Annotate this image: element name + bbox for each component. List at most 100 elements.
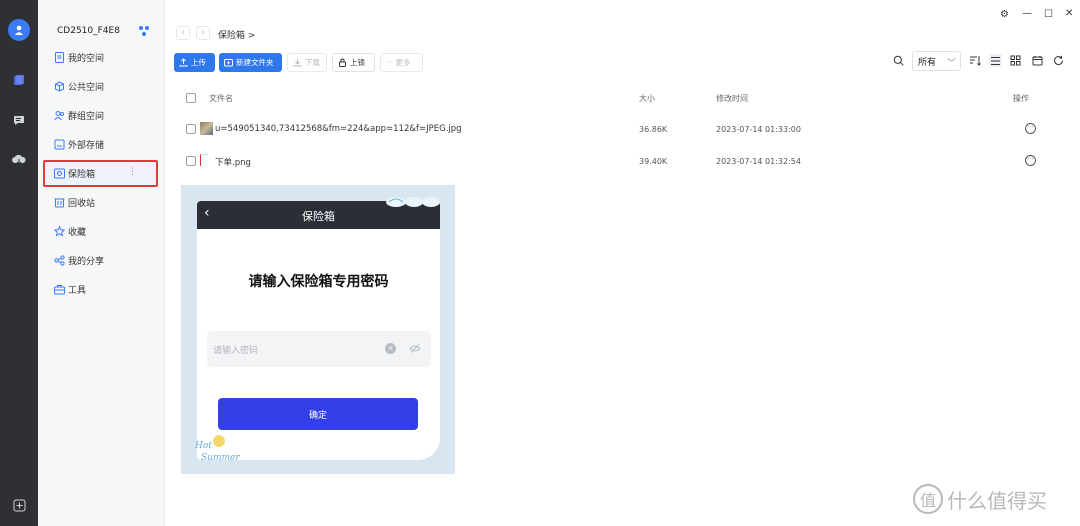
image-thumbnail-icon	[200, 122, 213, 135]
document-icon	[54, 52, 65, 63]
sidebar-item-label: 公共空间	[68, 83, 105, 93]
row-checkbox[interactable]	[186, 156, 196, 166]
sidebar-item-safe[interactable]: 保险箱 ⋮	[43, 160, 158, 187]
sidebar: CD2510_F4E8 我的空间 公共空间 群组空间 外部存储 保险箱 ⋮ 回收…	[38, 0, 165, 526]
sidebar-item-label: 工具	[68, 286, 87, 296]
sidebar-item-recycle-bin[interactable]: 回收站	[43, 190, 158, 215]
sidebar-item-group-space[interactable]: 群组空间	[43, 103, 158, 128]
more-options-icon[interactable]: ···	[1025, 155, 1036, 166]
file-size: 36.86K	[639, 125, 668, 134]
sidebar-item-my-shares[interactable]: 我的分享	[43, 248, 158, 273]
main-panel: ‹ › 保险箱 > ⚙ — ☐ ✕ 上传 新建文件夹 下载 上锁 ··· 更多 …	[165, 0, 1080, 526]
preview-heading: 请输入保险箱专用密码	[248, 274, 389, 290]
sidebar-item-external-storage[interactable]: 外部存储	[43, 132, 158, 157]
share-icon	[54, 255, 65, 266]
breadcrumb: 保险箱 >	[218, 31, 256, 41]
sort-icon[interactable]	[968, 54, 981, 67]
cloud-sticker-icon	[384, 193, 442, 209]
settings-gear-icon[interactable]: ⚙	[1000, 9, 1009, 20]
preview-password-field: 请输入密码 ×	[207, 331, 431, 367]
sidebar-item-label: 收藏	[68, 228, 87, 238]
sidebar-item-label: 外部存储	[68, 141, 105, 151]
sidebar-item-tools[interactable]: 工具	[43, 277, 158, 302]
more-vertical-icon[interactable]: ⋮	[128, 168, 137, 177]
column-header-modified[interactable]: 修改时间	[716, 93, 748, 104]
lock-label: 上锁	[350, 58, 365, 67]
safe-icon	[54, 168, 65, 179]
more-label: ··· 更多	[386, 58, 411, 67]
sticker-text-line1: Hot	[195, 441, 212, 451]
sidebar-item-label: 回收站	[68, 199, 96, 209]
cube-icon	[54, 81, 65, 92]
sidebar-item-label: 我的空间	[68, 54, 105, 64]
grid-view-icon[interactable]	[1009, 54, 1022, 67]
image-preview[interactable]: ‹ 保险箱 请输入保险箱专用密码 请输入密码 × 确定 Hot Summer	[181, 185, 455, 474]
sidebar-item-my-space[interactable]: 我的空间	[43, 45, 158, 70]
list-view-icon[interactable]	[989, 54, 1002, 67]
new-folder-label: 新建文件夹	[236, 58, 274, 67]
new-folder-button[interactable]: 新建文件夹	[219, 53, 282, 72]
preview-placeholder: 请输入密码	[213, 346, 259, 356]
calendar-icon[interactable]	[1031, 54, 1044, 67]
group-icon	[54, 110, 65, 121]
files-icon[interactable]	[9, 70, 29, 90]
storage-icon	[54, 139, 65, 150]
watermark: 值 什么值得买	[913, 484, 1047, 514]
sidebar-item-favorites[interactable]: 收藏	[43, 219, 158, 244]
watermark-logo-icon: 值	[913, 484, 943, 514]
sidebar-item-label: 我的分享	[68, 257, 105, 267]
file-modified: 2023-07-14 01:33:00	[716, 125, 801, 134]
select-all-checkbox[interactable]	[186, 93, 196, 103]
file-modified: 2023-07-14 01:32:54	[716, 157, 801, 166]
preview-confirm-button: 确定	[218, 398, 418, 430]
download-label: 下载	[305, 58, 320, 67]
sidebar-item-label: 保险箱	[68, 170, 96, 180]
download-icon	[293, 59, 302, 67]
column-header-name[interactable]: 文件名	[209, 93, 233, 104]
row-checkbox[interactable]	[186, 124, 196, 134]
trash-icon	[54, 197, 65, 208]
refresh-icon[interactable]	[1052, 54, 1065, 67]
app-rail	[0, 0, 38, 526]
watermark-text: 什么值得买	[947, 488, 1047, 513]
file-size: 39.40K	[639, 157, 668, 166]
back-arrow-icon[interactable]: ‹	[176, 26, 190, 40]
chevron-down-icon: ﹀	[946, 59, 956, 69]
preview-phone-screen: ‹ 保险箱 请输入保险箱专用密码 请输入密码 × 确定	[197, 201, 440, 460]
add-icon[interactable]	[9, 495, 29, 515]
lock-button[interactable]: 上锁	[332, 53, 375, 72]
sun-sticker-icon	[213, 435, 225, 447]
device-switch-icon[interactable]	[137, 24, 151, 38]
lock-icon	[339, 58, 346, 67]
upload-icon	[179, 58, 188, 67]
user-avatar-icon[interactable]	[8, 19, 30, 41]
chat-icon[interactable]	[9, 110, 29, 130]
filter-select[interactable]: 所有 ﹀	[912, 51, 961, 71]
preview-title: 保险箱	[302, 210, 335, 223]
sticker-text-line2: Summer	[201, 453, 240, 463]
star-icon	[54, 226, 65, 237]
cloud-icon[interactable]	[9, 150, 29, 170]
column-header-size[interactable]: 大小	[639, 93, 655, 104]
upload-label: 上传	[191, 58, 206, 67]
eye-off-icon	[409, 343, 421, 354]
close-icon[interactable]: ✕	[1065, 8, 1073, 19]
toolbox-icon	[54, 284, 65, 295]
forward-arrow-icon[interactable]: ›	[196, 26, 210, 40]
maximize-icon[interactable]: ☐	[1044, 9, 1053, 20]
file-name[interactable]: u=549051340,73412568&fm=224&app=112&f=JP…	[215, 124, 462, 134]
minimize-icon[interactable]: —	[1022, 8, 1032, 19]
file-name[interactable]: 下单.png	[215, 156, 251, 168]
column-header-actions: 操作	[1013, 94, 1029, 103]
device-name: CD2510_F4E8	[57, 26, 120, 36]
filter-select-value: 所有	[918, 57, 937, 68]
more-options-icon[interactable]: ···	[1025, 123, 1036, 134]
more-button[interactable]: ··· 更多	[380, 53, 423, 72]
sidebar-item-label: 群组空间	[68, 112, 105, 122]
upload-button[interactable]: 上传	[174, 53, 215, 72]
download-button[interactable]: 下载	[287, 53, 327, 72]
search-icon[interactable]	[892, 54, 905, 67]
sidebar-item-public-space[interactable]: 公共空间	[43, 74, 158, 99]
new-folder-icon	[224, 59, 233, 67]
png-file-icon	[200, 154, 208, 166]
